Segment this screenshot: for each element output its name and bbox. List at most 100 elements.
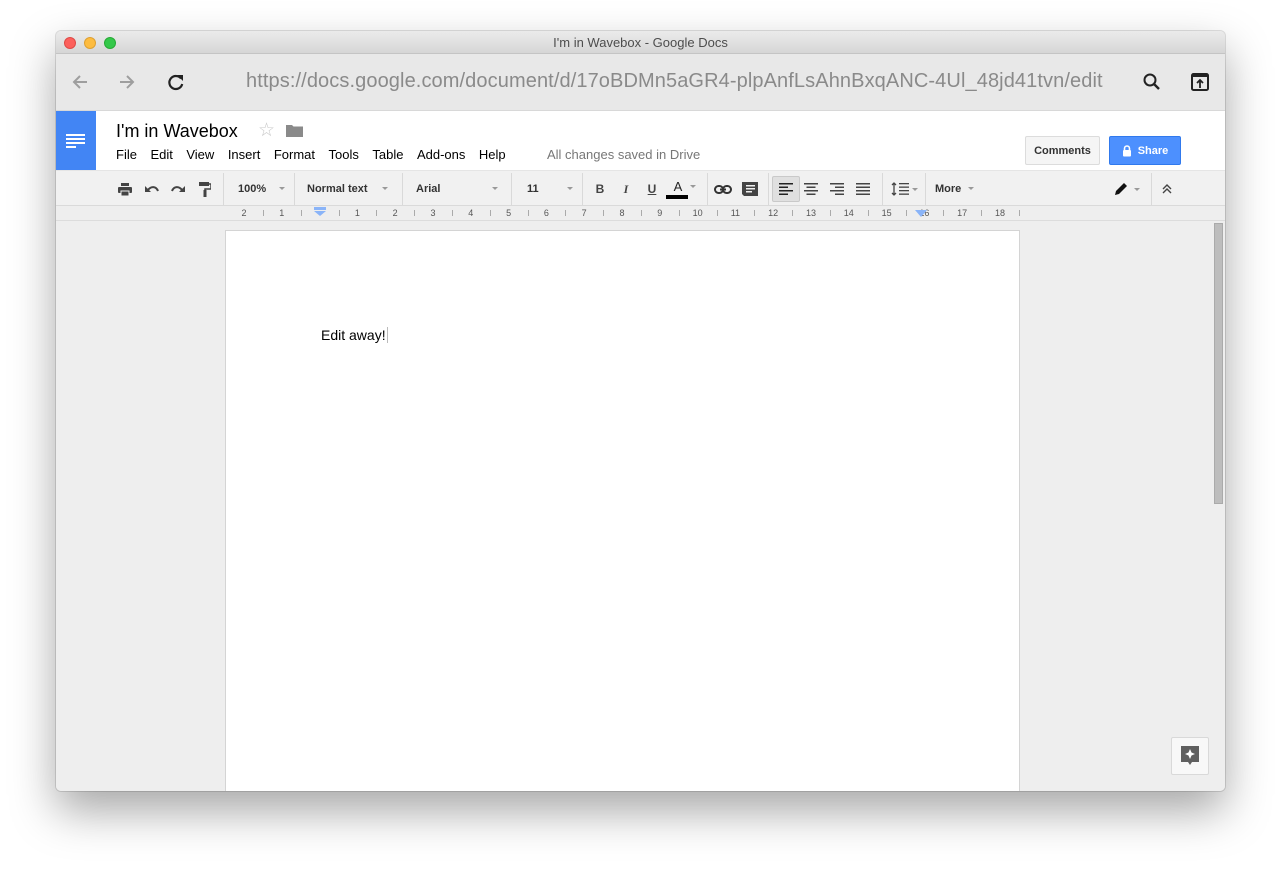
formatting-toolbar: 100% Normal text Arial 11 B I U A More bbox=[56, 170, 1225, 206]
menu-edit[interactable]: Edit bbox=[150, 147, 172, 162]
search-button[interactable] bbox=[1138, 68, 1166, 96]
italic-button[interactable]: I bbox=[614, 177, 638, 201]
star-icon[interactable]: ☆ bbox=[258, 119, 275, 142]
link-icon bbox=[714, 184, 732, 194]
document-body[interactable]: Edit away! bbox=[321, 327, 388, 343]
align-center-icon bbox=[804, 183, 818, 195]
text-color-button[interactable]: A bbox=[665, 177, 697, 201]
zoom-value: 100% bbox=[238, 182, 267, 195]
title-bar: I'm in Wavebox - Google Docs bbox=[56, 31, 1225, 54]
ruler-tick bbox=[640, 210, 642, 216]
maximize-window-button[interactable] bbox=[104, 37, 116, 49]
underline-button[interactable]: U bbox=[640, 177, 664, 201]
chevron-down-icon bbox=[968, 187, 975, 190]
explore-button[interactable] bbox=[1171, 737, 1209, 775]
document-page[interactable]: Edit away! bbox=[225, 230, 1020, 791]
zoom-dropdown[interactable]: 100% bbox=[238, 171, 288, 206]
align-justify-button[interactable] bbox=[851, 177, 875, 201]
paint-format-button[interactable] bbox=[193, 177, 217, 201]
ruler-tick bbox=[565, 210, 567, 216]
explore-icon bbox=[1181, 746, 1199, 765]
share-label: Share bbox=[1137, 144, 1169, 157]
menu-insert[interactable]: Insert bbox=[228, 147, 261, 162]
ruler-label: 1 bbox=[354, 208, 360, 218]
ruler-label: 7 bbox=[581, 208, 587, 218]
vertical-scrollbar[interactable] bbox=[1214, 223, 1223, 504]
chevron-down-icon bbox=[567, 187, 573, 190]
align-center-button[interactable] bbox=[799, 177, 823, 201]
ruler-label: 5 bbox=[506, 208, 512, 218]
print-button[interactable] bbox=[113, 177, 137, 201]
ruler-tick bbox=[1018, 210, 1020, 216]
back-button[interactable] bbox=[66, 68, 94, 96]
chevron-down-icon bbox=[911, 187, 918, 191]
menu-add-ons[interactable]: Add-ons bbox=[417, 147, 465, 162]
reload-button[interactable] bbox=[162, 68, 190, 96]
document-title[interactable]: I'm in Wavebox bbox=[116, 121, 238, 142]
text-color-icon: A bbox=[673, 178, 683, 194]
save-status[interactable]: All changes saved in Drive bbox=[547, 147, 700, 162]
folder-icon[interactable] bbox=[286, 124, 303, 137]
ruler-label: 10 bbox=[692, 208, 703, 218]
paragraph-style-value: Normal text bbox=[307, 182, 368, 195]
minimize-window-button[interactable] bbox=[84, 37, 96, 49]
arrow-right-icon bbox=[120, 75, 135, 89]
pencil-icon bbox=[1115, 183, 1127, 195]
open-in-browser-button[interactable] bbox=[1186, 68, 1214, 96]
menu-format[interactable]: Format bbox=[274, 147, 315, 162]
font-size-dropdown[interactable]: 11 bbox=[527, 171, 577, 206]
open-in-browser-icon bbox=[1191, 73, 1209, 91]
paragraph-style-dropdown[interactable]: Normal text bbox=[307, 171, 392, 206]
ruler[interactable]: 21123456789101112131415161718 bbox=[56, 206, 1225, 221]
ruler-label: 3 bbox=[430, 208, 436, 218]
menu-tools[interactable]: Tools bbox=[329, 147, 359, 162]
ruler-label: 14 bbox=[843, 208, 854, 218]
ruler-label: 17 bbox=[957, 208, 968, 218]
menu-file[interactable]: File bbox=[116, 147, 137, 162]
line-spacing-button[interactable] bbox=[887, 177, 921, 201]
ruler-tick bbox=[376, 210, 378, 216]
underline-icon: U bbox=[647, 182, 657, 196]
comments-label: Comments bbox=[1034, 144, 1091, 157]
editing-mode-button[interactable] bbox=[1110, 177, 1144, 201]
ruler-label: 2 bbox=[241, 208, 247, 218]
undo-button[interactable] bbox=[140, 177, 164, 201]
docs-home-button[interactable] bbox=[56, 111, 96, 171]
bold-button[interactable]: B bbox=[588, 177, 612, 201]
chevron-down-icon bbox=[1134, 187, 1140, 191]
insert-link-button[interactable] bbox=[711, 177, 735, 201]
comments-button[interactable]: Comments bbox=[1025, 136, 1100, 165]
ruler-label: 15 bbox=[881, 208, 892, 218]
insert-comment-button[interactable] bbox=[738, 177, 762, 201]
align-right-button[interactable] bbox=[825, 177, 849, 201]
close-window-button[interactable] bbox=[64, 37, 76, 49]
url-bar[interactable]: https://docs.google.com/document/d/17oBD… bbox=[246, 70, 1103, 93]
align-right-icon bbox=[830, 183, 844, 195]
menu-table[interactable]: Table bbox=[372, 147, 403, 162]
more-button[interactable]: More bbox=[935, 171, 975, 206]
collapse-toolbar-button[interactable] bbox=[1155, 177, 1179, 201]
forward-button[interactable] bbox=[113, 68, 141, 96]
align-left-icon bbox=[779, 183, 793, 195]
document-canvas: Edit away! bbox=[56, 221, 1225, 791]
menu-help[interactable]: Help bbox=[479, 147, 506, 162]
align-left-button[interactable] bbox=[772, 176, 800, 202]
font-size-value: 11 bbox=[527, 182, 539, 195]
lock-icon bbox=[1122, 144, 1131, 156]
docs-logo-icon bbox=[66, 134, 85, 148]
left-indent-marker-icon[interactable] bbox=[314, 207, 326, 216]
right-indent-marker-icon[interactable] bbox=[915, 210, 927, 218]
search-icon bbox=[1143, 73, 1160, 90]
ruler-label: 13 bbox=[805, 208, 817, 218]
paint-roller-icon bbox=[199, 181, 211, 197]
ruler-label: 18 bbox=[994, 208, 1006, 218]
ruler-label: 6 bbox=[543, 208, 549, 218]
redo-button[interactable] bbox=[166, 177, 190, 201]
ruler-tick bbox=[414, 210, 416, 216]
menu-view[interactable]: View bbox=[186, 147, 214, 162]
more-label: More bbox=[935, 182, 962, 195]
ruler-tick bbox=[678, 210, 680, 216]
share-button[interactable]: Share bbox=[1109, 136, 1181, 165]
ruler-label: 4 bbox=[468, 208, 474, 218]
font-dropdown[interactable]: Arial bbox=[416, 171, 501, 206]
